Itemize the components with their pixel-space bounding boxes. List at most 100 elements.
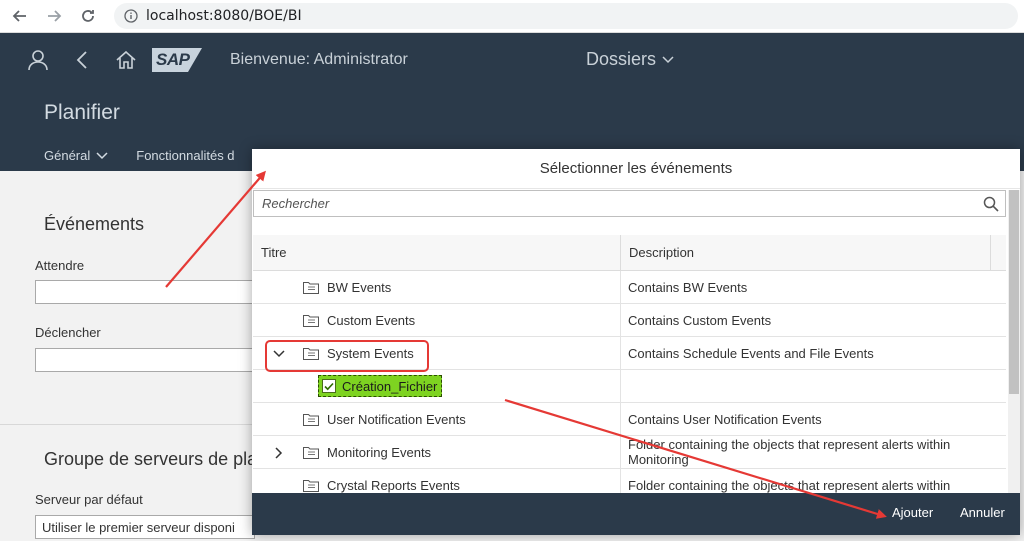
folder-icon bbox=[303, 348, 319, 360]
tab-general-label: Général bbox=[44, 148, 91, 163]
column-header-description[interactable]: Description bbox=[621, 235, 990, 270]
row-description: Contains BW Events bbox=[628, 279, 748, 295]
table-row[interactable]: Création_Fichier bbox=[253, 370, 1006, 403]
default-server-value: Utiliser le premier serveur disponi bbox=[42, 520, 235, 535]
row-spacer bbox=[990, 469, 1006, 493]
row-title: Monitoring Events bbox=[327, 445, 432, 460]
row-description: Contains User Notification Events bbox=[628, 411, 822, 427]
table-scrollbar[interactable] bbox=[1008, 190, 1020, 493]
server-group-title: Groupe de serveurs de pla bbox=[44, 449, 258, 469]
sap-logo: SAP bbox=[152, 48, 202, 72]
row-spacer bbox=[990, 337, 1006, 369]
select-events-dialog: Sélectionner les événements Titre Descri… bbox=[252, 149, 1020, 535]
folders-menu-label: Dossiers bbox=[586, 49, 657, 69]
reload-icon bbox=[82, 10, 94, 22]
page-title: Planifier bbox=[44, 101, 120, 124]
column-header-spacer bbox=[990, 235, 1006, 270]
selected-event-item[interactable]: Création_Fichier bbox=[318, 375, 443, 397]
table-row[interactable]: BW Events Contains BW Events bbox=[253, 271, 1006, 304]
back-nav-button[interactable] bbox=[60, 33, 104, 87]
scrollbar-thumb[interactable] bbox=[1009, 190, 1019, 394]
wait-label: Attendre bbox=[35, 258, 85, 273]
tab-features-label: Fonctionnalités d bbox=[136, 148, 235, 163]
row-title: Création_Fichier bbox=[342, 378, 438, 394]
search-icon bbox=[983, 196, 999, 212]
forward-button[interactable] bbox=[40, 2, 68, 30]
title-cell: BW Events bbox=[253, 271, 621, 303]
row-title: Crystal Reports Events bbox=[327, 478, 460, 493]
annotation-arrow-to-dialog bbox=[165, 170, 266, 288]
title-cell: User Notification Events bbox=[253, 403, 621, 435]
folder-icon bbox=[303, 480, 319, 492]
shell-bar: SAP Bienvenue: Administrator Dossiers bbox=[0, 33, 1024, 87]
row-description: Contains Schedule Events and File Events bbox=[628, 345, 874, 361]
trigger-input[interactable] bbox=[35, 348, 255, 372]
wait-input[interactable] bbox=[35, 280, 255, 304]
default-server-select[interactable]: Utiliser le premier serveur disponi bbox=[35, 515, 255, 539]
info-icon bbox=[124, 9, 138, 23]
chevron-down-icon bbox=[273, 350, 285, 358]
row-title: BW Events bbox=[327, 280, 392, 295]
folder-icon bbox=[303, 447, 319, 459]
column-header-title[interactable]: Titre bbox=[253, 235, 621, 270]
title-cell: Crystal Reports Events bbox=[253, 469, 621, 493]
row-description: Folder containing the objects that repre… bbox=[628, 477, 951, 493]
row-description: Contains Custom Events bbox=[628, 312, 772, 328]
browser-toolbar: localhost:8080/BOE/BI bbox=[0, 0, 1024, 33]
section-divider bbox=[0, 424, 260, 425]
checkmark-icon bbox=[324, 382, 334, 390]
title-cell: Monitoring Events bbox=[253, 436, 621, 468]
events-section-title: Événements bbox=[44, 214, 145, 234]
folder-icon bbox=[303, 315, 319, 327]
table-row[interactable]: Crystal Reports Events Folder containing… bbox=[253, 469, 1006, 493]
folder-icon bbox=[303, 414, 319, 426]
table-row[interactable]: Monitoring Events Folder containing the … bbox=[253, 436, 1006, 469]
dialog-footer: Ajouter Annuler bbox=[252, 493, 1020, 535]
table-row[interactable]: Custom Events Contains Custom Events bbox=[253, 304, 1006, 337]
events-table: Titre Description BW Events Contains BW … bbox=[253, 235, 1006, 493]
row-title: Custom Events bbox=[327, 313, 416, 328]
url-text: localhost:8080/BOE/BI bbox=[146, 8, 302, 24]
sap-logo-text: SAP bbox=[156, 50, 190, 69]
folder-icon bbox=[303, 282, 319, 294]
search-input[interactable] bbox=[254, 191, 977, 216]
collapse-toggle[interactable] bbox=[271, 346, 287, 362]
home-icon bbox=[116, 50, 136, 69]
trigger-label: Déclencher bbox=[35, 325, 101, 340]
chevron-right-icon bbox=[275, 447, 283, 459]
expand-toggle[interactable] bbox=[271, 445, 287, 461]
cancel-button[interactable]: Annuler bbox=[960, 505, 1005, 520]
back-button[interactable] bbox=[6, 2, 34, 30]
chevron-left-icon bbox=[76, 51, 87, 69]
row-title: User Notification Events bbox=[327, 412, 466, 427]
row-spacer bbox=[990, 304, 1006, 336]
tab-general[interactable]: Général bbox=[44, 148, 108, 163]
home-button[interactable] bbox=[104, 33, 148, 87]
folders-menu[interactable]: Dossiers bbox=[586, 49, 674, 70]
arrow-left-icon bbox=[12, 10, 26, 22]
row-spacer bbox=[990, 271, 1006, 303]
chevron-down-icon bbox=[96, 151, 108, 159]
table-row[interactable]: System Events Contains Schedule Events a… bbox=[253, 337, 1006, 370]
add-button[interactable]: Ajouter bbox=[892, 505, 933, 520]
user-icon bbox=[28, 50, 48, 71]
event-checkbox[interactable] bbox=[322, 379, 336, 393]
chevron-down-icon bbox=[662, 55, 674, 63]
search-field bbox=[253, 190, 1006, 217]
table-row[interactable]: User Notification Events Contains User N… bbox=[253, 403, 1006, 436]
title-cell: Création_Fichier bbox=[253, 370, 621, 402]
search-button[interactable] bbox=[977, 191, 1005, 216]
title-cell: Custom Events bbox=[253, 304, 621, 336]
page-tabs: Général Fonctionnalités d bbox=[44, 148, 235, 163]
row-description bbox=[621, 370, 990, 402]
row-spacer bbox=[990, 436, 1006, 468]
reload-button[interactable] bbox=[74, 2, 102, 30]
default-server-label: Serveur par défaut bbox=[35, 492, 143, 507]
user-button[interactable] bbox=[16, 33, 60, 87]
row-description: Folder containing the objects that repre… bbox=[628, 437, 951, 467]
address-bar[interactable]: localhost:8080/BOE/BI bbox=[114, 3, 1018, 29]
row-title: System Events bbox=[327, 346, 414, 361]
row-spacer bbox=[990, 370, 1006, 402]
tab-features[interactable]: Fonctionnalités d bbox=[136, 148, 234, 163]
table-header: Titre Description bbox=[253, 235, 1006, 271]
